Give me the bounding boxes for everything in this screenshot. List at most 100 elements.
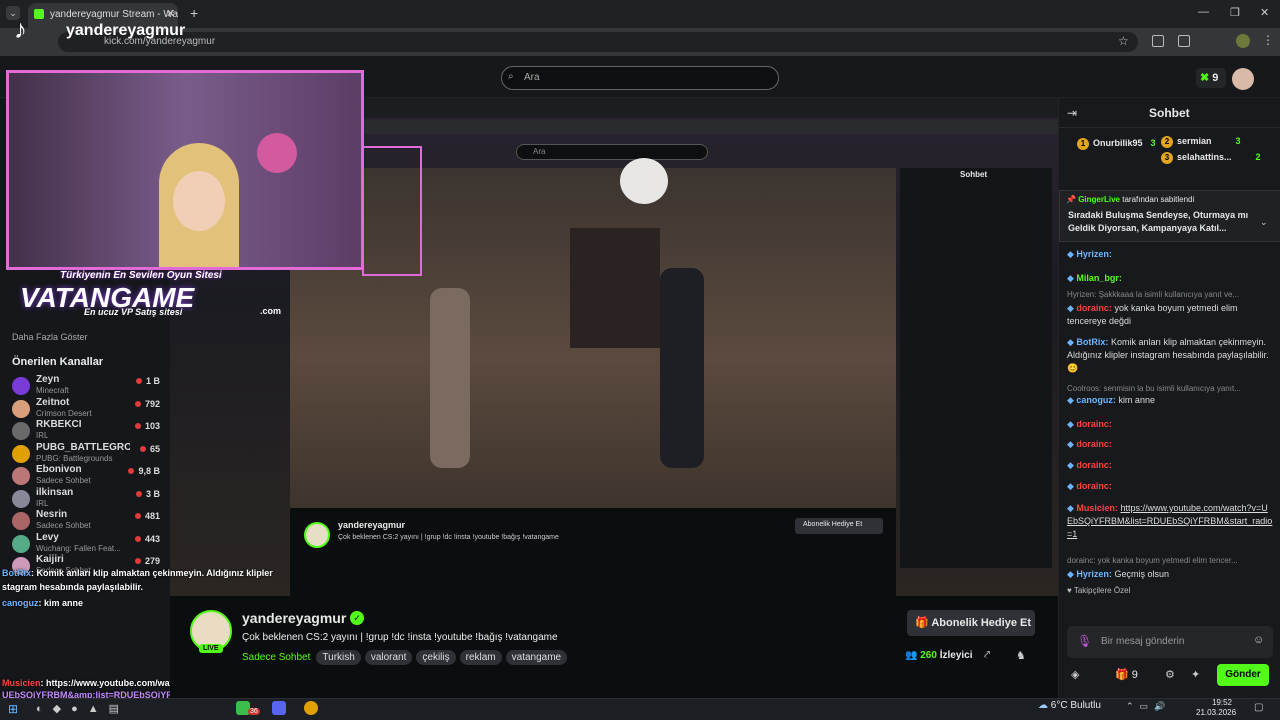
chat-message[interactable]: Hyrizen: Şakkkaaa la isimli kullanıcıya … bbox=[1067, 288, 1273, 301]
sidebar-channel[interactable]: Levy Wuchang: Fallen Feat... 443 bbox=[0, 532, 170, 556]
rank-badge: 2 bbox=[1161, 136, 1173, 148]
chat-username[interactable]: Musicien: bbox=[1076, 503, 1118, 513]
chat-username[interactable]: Hyrizen: bbox=[1076, 249, 1112, 259]
new-tab-icon[interactable]: + bbox=[190, 5, 198, 21]
streamer-name[interactable]: yandereyagmur bbox=[242, 610, 346, 626]
emoji-icon[interactable]: ☺ bbox=[1253, 634, 1264, 646]
channel-name: ilkinsan bbox=[36, 486, 74, 498]
tray-icons[interactable]: ⌃▭🔊 bbox=[1126, 701, 1171, 712]
chat-message[interactable]: ◆ canoguz: kim anne bbox=[1067, 394, 1273, 407]
channel-avatar bbox=[12, 399, 30, 418]
overlay-chat-line: Musicien: https://www.youtube.com/watch? bbox=[2, 678, 189, 688]
chat-input[interactable]: 🎙 Bir mesaj gönderin ☺ bbox=[1067, 626, 1273, 658]
leader-score: 3 bbox=[1235, 136, 1241, 146]
overlay-chat-text: stagram hesabında paylaşılabilir. bbox=[2, 582, 144, 592]
stream-tag[interactable]: vatangame bbox=[505, 650, 568, 665]
discord-icon[interactable] bbox=[272, 701, 286, 715]
emote-section-title: ♥ Takipçilere Özel bbox=[1067, 586, 1131, 595]
stream-tag[interactable]: reklam bbox=[459, 650, 502, 665]
chat-username[interactable]: dorainc: bbox=[1076, 481, 1112, 491]
chat-username[interactable]: dorainc: bbox=[1076, 419, 1112, 429]
notification-center-icon[interactable]: ▢ bbox=[1254, 702, 1263, 713]
chat-message[interactable]: ◆ dorainc: bbox=[1067, 418, 1273, 431]
collapse-chat-icon[interactable]: ⇥ bbox=[1067, 106, 1077, 120]
sidebar-channel[interactable]: Zeitnot Crimson Desert 792 bbox=[0, 397, 170, 421]
chat-message[interactable]: ◆ Milan_bgr: bbox=[1067, 272, 1273, 285]
chat-username[interactable]: Hyrizen: bbox=[1076, 569, 1112, 579]
chat-message[interactable]: ◆ Hyrizen: bbox=[1067, 248, 1273, 261]
send-button[interactable]: Gönder bbox=[1217, 664, 1269, 686]
chat-message[interactable]: ◆ BotRix: Komik anları klip almaktan çek… bbox=[1067, 336, 1273, 375]
chat-message[interactable]: ◆ Hyrizen: Geçmiş olsun bbox=[1067, 568, 1273, 581]
clock[interactable]: 19:52 21.03.2026 bbox=[1196, 698, 1236, 718]
window-close-icon[interactable]: ✕ bbox=[1260, 6, 1269, 19]
weather-widget[interactable]: ☁ 6°C Bulutlu bbox=[1038, 700, 1101, 711]
leader-score: 3 bbox=[1150, 138, 1156, 148]
mic-icon[interactable]: 🎙 bbox=[1077, 634, 1092, 648]
chat-message[interactable]: ◆ Musicien: https://www.youtube.com/watc… bbox=[1067, 502, 1273, 541]
show-more-link[interactable]: Daha Fazla Göster bbox=[12, 332, 88, 342]
gift-points-icon[interactable]: ◈ bbox=[1071, 668, 1079, 681]
leaderboard-entry[interactable]: 1 Onurbilik95 3 bbox=[1077, 138, 1156, 150]
chat-kicks[interactable]: 🎁 9 bbox=[1115, 668, 1138, 681]
sidebar-channel[interactable]: Zeyn Minecraft 1 B bbox=[0, 374, 170, 398]
sidebar-channel[interactable]: ilkinsan IRL 3 B bbox=[0, 487, 170, 511]
bookmark-star-icon[interactable]: ☆ bbox=[1118, 34, 1129, 48]
gift-icon: 🎁 bbox=[1115, 669, 1129, 681]
sidebar-channel[interactable]: PUBG_BATTLEGRO... PUBG: Battlegrounds 65 bbox=[0, 442, 170, 466]
user-avatar[interactable] bbox=[1232, 68, 1254, 90]
chat-username[interactable]: dorainc: bbox=[1076, 439, 1112, 449]
channel-viewers: 9,8 B bbox=[128, 466, 160, 476]
follow-icon[interactable]: ♞ bbox=[1016, 649, 1026, 662]
leaderboard-entry[interactable]: 3 selahattins... 2 bbox=[1161, 152, 1261, 164]
chat-message[interactable]: ◆ dorainc: yok kanka boyum yetmedi elim … bbox=[1067, 302, 1273, 328]
chat-username[interactable]: dorainc: bbox=[1076, 460, 1112, 470]
stream-tag[interactable]: çekiliş bbox=[416, 650, 456, 665]
puzzle-icon[interactable] bbox=[1178, 35, 1190, 47]
browser-menu-icon[interactable]: ⋮ bbox=[1262, 33, 1274, 47]
minimize-icon[interactable]: — bbox=[1198, 6, 1209, 18]
sidebar-channel[interactable]: Nesrin Sadece Sohbet 481 bbox=[0, 509, 170, 533]
chat-message[interactable]: dorainc: yok kanka boyum yetmedi elim te… bbox=[1067, 554, 1273, 567]
overlay-chat-line: canoguz: kim anne bbox=[2, 598, 83, 608]
verified-icon: ✓ bbox=[350, 611, 364, 625]
channel-name: Zeitnot bbox=[36, 396, 70, 408]
chrome-icon[interactable] bbox=[304, 701, 318, 715]
pinned-message[interactable]: 📌 GingerLive tarafından sabitlendi Sırad… bbox=[1059, 190, 1280, 242]
tab-close-icon[interactable]: ✕ bbox=[166, 7, 175, 20]
extension-icon[interactable] bbox=[1152, 35, 1164, 47]
stream-tag[interactable]: valorant bbox=[364, 650, 413, 665]
search-input[interactable]: Ara bbox=[501, 66, 779, 90]
gift-subscription-button[interactable]: 🎁 Abonelik Hediye Et bbox=[907, 610, 1035, 636]
share-icon[interactable]: ⤤ bbox=[984, 649, 990, 662]
stream-tag[interactable]: Turkish bbox=[316, 650, 361, 665]
chat-message[interactable]: ◆ dorainc: bbox=[1067, 480, 1273, 493]
viewer-count: 👥 260 İzleyici bbox=[905, 650, 973, 661]
chat-username[interactable]: Milan_bgr: bbox=[1076, 273, 1122, 283]
chat-message[interactable]: ◆ dorainc: bbox=[1067, 438, 1273, 451]
cloud-icon: ☁ bbox=[1038, 700, 1048, 711]
chat-username[interactable]: dorainc: bbox=[1076, 303, 1112, 313]
user-badge-icon: ◆ bbox=[1067, 273, 1077, 283]
pinned-text: Sıradaki Buluşma Sendeyse, Oturmaya mı G… bbox=[1068, 210, 1249, 233]
stream-category[interactable]: Sadece Sohbet bbox=[242, 652, 310, 663]
channel-viewers: 65 bbox=[140, 444, 160, 454]
profile-avatar[interactable] bbox=[1236, 34, 1250, 48]
sidebar-channel[interactable]: RKBEKCI IRL 103 bbox=[0, 419, 170, 443]
leaderboard-entry[interactable]: 2 sermian 3 bbox=[1161, 136, 1241, 148]
maximize-icon[interactable]: ❐ bbox=[1230, 6, 1240, 19]
user-badge-icon: ◆ bbox=[1067, 460, 1077, 470]
sidebar-channel[interactable]: Ebonivon Sadece Sohbet 9,8 B bbox=[0, 464, 170, 488]
emote-menu-icon[interactable]: ✦ bbox=[1191, 668, 1200, 681]
chat-message[interactable]: ◆ dorainc: bbox=[1067, 459, 1273, 472]
chat-username[interactable]: canoguz: bbox=[1076, 395, 1116, 405]
kicks-balance[interactable]: ✖ 9 bbox=[1196, 68, 1226, 88]
settings-gear-icon[interactable]: ⚙ bbox=[1165, 668, 1175, 681]
chevron-down-icon[interactable]: ⌄ bbox=[1260, 217, 1268, 228]
address-bar[interactable]: kick.com/yandereyagmur bbox=[58, 32, 1138, 52]
windows-start-icon[interactable]: ⊞ bbox=[8, 702, 18, 716]
chat-username[interactable]: BotRix: bbox=[1076, 337, 1108, 347]
pinned-apps: ◐◆●▲▤ bbox=[36, 703, 130, 715]
channel-avatar bbox=[12, 422, 30, 440]
live-badge: LIVE bbox=[199, 644, 223, 653]
